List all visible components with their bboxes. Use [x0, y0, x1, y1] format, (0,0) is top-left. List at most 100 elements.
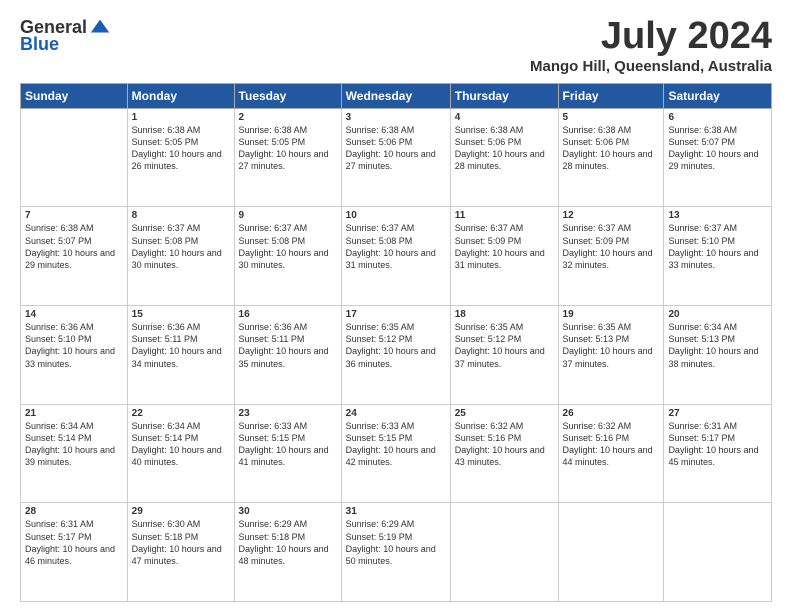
col-header-monday: Monday — [127, 83, 234, 108]
day-number: 31 — [346, 506, 446, 517]
week-row-1: 7Sunrise: 6:38 AMSunset: 5:07 PMDaylight… — [21, 207, 772, 306]
day-number: 21 — [25, 408, 123, 419]
cell-info: Sunrise: 6:32 AMSunset: 5:16 PMDaylight:… — [455, 420, 554, 469]
calendar-cell: 4Sunrise: 6:38 AMSunset: 5:06 PMDaylight… — [450, 108, 558, 207]
day-number: 25 — [455, 408, 554, 419]
cell-info: Sunrise: 6:30 AMSunset: 5:18 PMDaylight:… — [132, 518, 230, 567]
calendar-cell — [664, 503, 772, 602]
cell-info: Sunrise: 6:37 AMSunset: 5:10 PMDaylight:… — [668, 222, 767, 271]
calendar-cell: 7Sunrise: 6:38 AMSunset: 5:07 PMDaylight… — [21, 207, 128, 306]
day-number: 27 — [668, 408, 767, 419]
cell-info: Sunrise: 6:38 AMSunset: 5:06 PMDaylight:… — [455, 124, 554, 173]
col-header-sunday: Sunday — [21, 83, 128, 108]
day-number: 14 — [25, 309, 123, 320]
day-number: 12 — [563, 210, 660, 221]
calendar-cell: 5Sunrise: 6:38 AMSunset: 5:06 PMDaylight… — [558, 108, 664, 207]
calendar-cell: 15Sunrise: 6:36 AMSunset: 5:11 PMDayligh… — [127, 306, 234, 405]
calendar-cell: 26Sunrise: 6:32 AMSunset: 5:16 PMDayligh… — [558, 404, 664, 503]
cell-info: Sunrise: 6:29 AMSunset: 5:18 PMDaylight:… — [239, 518, 337, 567]
day-number: 2 — [239, 112, 337, 123]
cell-info: Sunrise: 6:31 AMSunset: 5:17 PMDaylight:… — [668, 420, 767, 469]
cell-info: Sunrise: 6:34 AMSunset: 5:13 PMDaylight:… — [668, 321, 767, 370]
calendar-cell: 23Sunrise: 6:33 AMSunset: 5:15 PMDayligh… — [234, 404, 341, 503]
day-number: 28 — [25, 506, 123, 517]
day-number: 17 — [346, 309, 446, 320]
week-row-3: 21Sunrise: 6:34 AMSunset: 5:14 PMDayligh… — [21, 404, 772, 503]
cell-info: Sunrise: 6:38 AMSunset: 5:07 PMDaylight:… — [25, 222, 123, 271]
calendar-cell: 20Sunrise: 6:34 AMSunset: 5:13 PMDayligh… — [664, 306, 772, 405]
calendar-cell: 28Sunrise: 6:31 AMSunset: 5:17 PMDayligh… — [21, 503, 128, 602]
cell-info: Sunrise: 6:38 AMSunset: 5:07 PMDaylight:… — [668, 124, 767, 173]
day-number: 1 — [132, 112, 230, 123]
day-number: 26 — [563, 408, 660, 419]
cell-info: Sunrise: 6:32 AMSunset: 5:16 PMDaylight:… — [563, 420, 660, 469]
cell-info: Sunrise: 6:38 AMSunset: 5:05 PMDaylight:… — [239, 124, 337, 173]
calendar-body: 1Sunrise: 6:38 AMSunset: 5:05 PMDaylight… — [21, 108, 772, 601]
cell-info: Sunrise: 6:36 AMSunset: 5:10 PMDaylight:… — [25, 321, 123, 370]
cell-info: Sunrise: 6:35 AMSunset: 5:12 PMDaylight:… — [455, 321, 554, 370]
day-number: 13 — [668, 210, 767, 221]
header: General Blue July 2024 Mango Hill, Queen… — [20, 16, 772, 75]
day-number: 11 — [455, 210, 554, 221]
day-number: 10 — [346, 210, 446, 221]
cell-info: Sunrise: 6:37 AMSunset: 5:09 PMDaylight:… — [455, 222, 554, 271]
col-header-thursday: Thursday — [450, 83, 558, 108]
calendar-cell: 16Sunrise: 6:36 AMSunset: 5:11 PMDayligh… — [234, 306, 341, 405]
week-row-4: 28Sunrise: 6:31 AMSunset: 5:17 PMDayligh… — [21, 503, 772, 602]
cell-info: Sunrise: 6:33 AMSunset: 5:15 PMDaylight:… — [239, 420, 337, 469]
day-number: 5 — [563, 112, 660, 123]
cell-info: Sunrise: 6:34 AMSunset: 5:14 PMDaylight:… — [25, 420, 123, 469]
day-number: 20 — [668, 309, 767, 320]
calendar-cell — [21, 108, 128, 207]
week-row-0: 1Sunrise: 6:38 AMSunset: 5:05 PMDaylight… — [21, 108, 772, 207]
title-block: July 2024 Mango Hill, Queensland, Austra… — [530, 16, 772, 75]
day-number: 16 — [239, 309, 337, 320]
calendar-cell: 9Sunrise: 6:37 AMSunset: 5:08 PMDaylight… — [234, 207, 341, 306]
cell-info: Sunrise: 6:36 AMSunset: 5:11 PMDaylight:… — [239, 321, 337, 370]
calendar-cell: 24Sunrise: 6:33 AMSunset: 5:15 PMDayligh… — [341, 404, 450, 503]
day-number: 15 — [132, 309, 230, 320]
day-number: 23 — [239, 408, 337, 419]
calendar-cell: 10Sunrise: 6:37 AMSunset: 5:08 PMDayligh… — [341, 207, 450, 306]
calendar-cell: 25Sunrise: 6:32 AMSunset: 5:16 PMDayligh… — [450, 404, 558, 503]
subtitle: Mango Hill, Queensland, Australia — [530, 58, 772, 75]
day-number: 29 — [132, 506, 230, 517]
calendar-cell: 19Sunrise: 6:35 AMSunset: 5:13 PMDayligh… — [558, 306, 664, 405]
calendar-cell: 31Sunrise: 6:29 AMSunset: 5:19 PMDayligh… — [341, 503, 450, 602]
calendar-cell: 30Sunrise: 6:29 AMSunset: 5:18 PMDayligh… — [234, 503, 341, 602]
cell-info: Sunrise: 6:36 AMSunset: 5:11 PMDaylight:… — [132, 321, 230, 370]
cell-info: Sunrise: 6:38 AMSunset: 5:05 PMDaylight:… — [132, 124, 230, 173]
main-title: July 2024 — [530, 16, 772, 58]
logo-blue: Blue — [20, 34, 59, 55]
day-number: 9 — [239, 210, 337, 221]
calendar-cell: 2Sunrise: 6:38 AMSunset: 5:05 PMDaylight… — [234, 108, 341, 207]
calendar-cell: 14Sunrise: 6:36 AMSunset: 5:10 PMDayligh… — [21, 306, 128, 405]
cell-info: Sunrise: 6:38 AMSunset: 5:06 PMDaylight:… — [563, 124, 660, 173]
calendar-cell: 29Sunrise: 6:30 AMSunset: 5:18 PMDayligh… — [127, 503, 234, 602]
calendar-cell: 21Sunrise: 6:34 AMSunset: 5:14 PMDayligh… — [21, 404, 128, 503]
calendar-cell: 12Sunrise: 6:37 AMSunset: 5:09 PMDayligh… — [558, 207, 664, 306]
day-number: 30 — [239, 506, 337, 517]
calendar-cell — [558, 503, 664, 602]
cell-info: Sunrise: 6:29 AMSunset: 5:19 PMDaylight:… — [346, 518, 446, 567]
calendar-header-row: SundayMondayTuesdayWednesdayThursdayFrid… — [21, 83, 772, 108]
day-number: 8 — [132, 210, 230, 221]
calendar-cell — [450, 503, 558, 602]
calendar-cell: 11Sunrise: 6:37 AMSunset: 5:09 PMDayligh… — [450, 207, 558, 306]
cell-info: Sunrise: 6:38 AMSunset: 5:06 PMDaylight:… — [346, 124, 446, 173]
day-number: 24 — [346, 408, 446, 419]
calendar-cell: 17Sunrise: 6:35 AMSunset: 5:12 PMDayligh… — [341, 306, 450, 405]
day-number: 7 — [25, 210, 123, 221]
week-row-2: 14Sunrise: 6:36 AMSunset: 5:10 PMDayligh… — [21, 306, 772, 405]
logo-icon — [89, 16, 111, 38]
col-header-tuesday: Tuesday — [234, 83, 341, 108]
day-number: 6 — [668, 112, 767, 123]
col-header-saturday: Saturday — [664, 83, 772, 108]
cell-info: Sunrise: 6:37 AMSunset: 5:08 PMDaylight:… — [346, 222, 446, 271]
cell-info: Sunrise: 6:37 AMSunset: 5:08 PMDaylight:… — [239, 222, 337, 271]
logo: General Blue — [20, 16, 111, 55]
calendar-cell: 6Sunrise: 6:38 AMSunset: 5:07 PMDaylight… — [664, 108, 772, 207]
calendar-cell: 13Sunrise: 6:37 AMSunset: 5:10 PMDayligh… — [664, 207, 772, 306]
day-number: 18 — [455, 309, 554, 320]
cell-info: Sunrise: 6:35 AMSunset: 5:12 PMDaylight:… — [346, 321, 446, 370]
